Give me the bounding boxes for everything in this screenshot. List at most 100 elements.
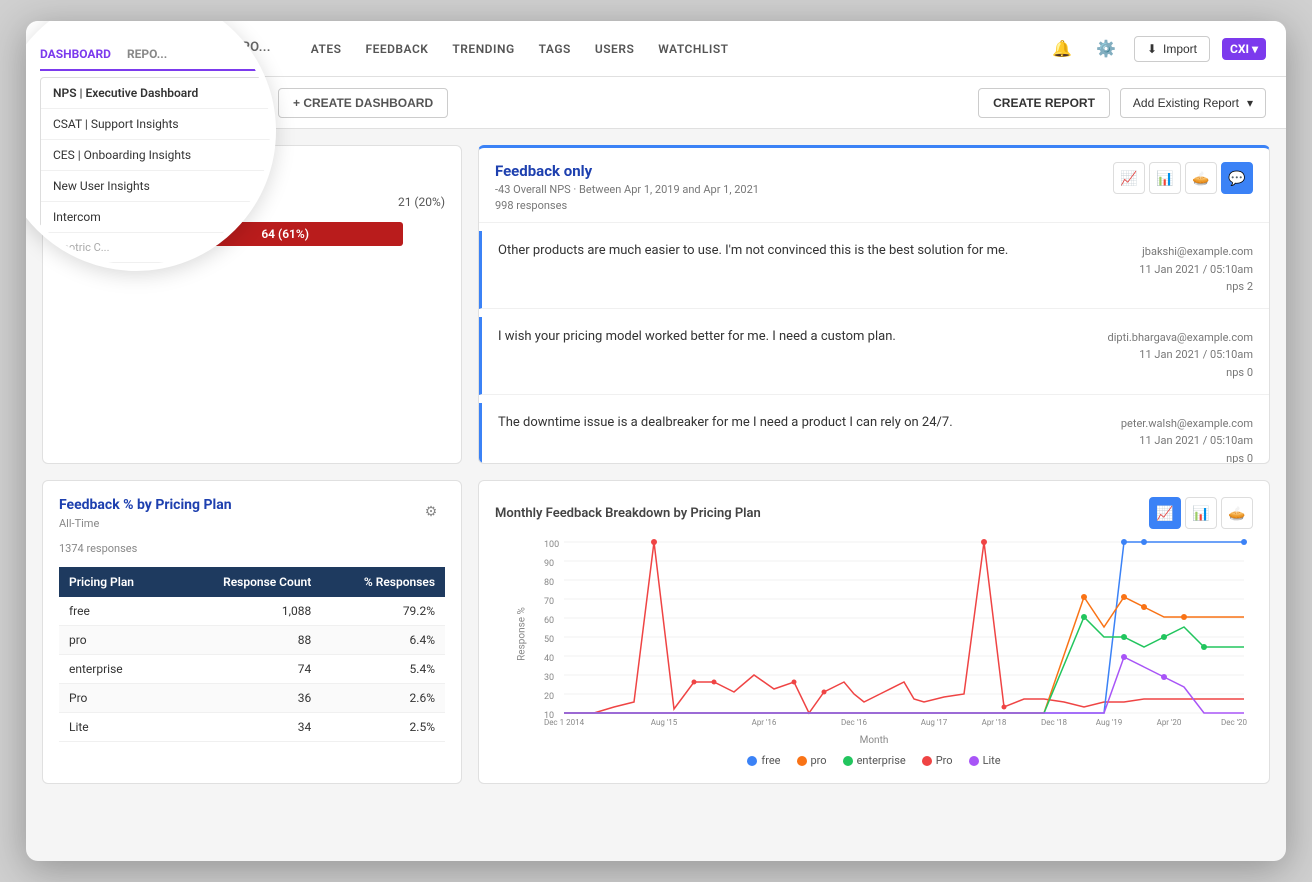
feedback-header-left: Feedback only -43 Overall NPS · Between … bbox=[495, 162, 759, 212]
pricing-sub2: 1374 responses bbox=[59, 542, 232, 555]
count-cell: 1,088 bbox=[174, 597, 321, 626]
table-row: pro 88 6.4% bbox=[59, 626, 445, 655]
count-cell: 74 bbox=[174, 655, 321, 684]
legend-label-Lite: Lite bbox=[983, 754, 1001, 767]
passive-value: 21 (20%) bbox=[365, 195, 445, 209]
pct-cell: 2.5% bbox=[321, 713, 445, 742]
feedback-info: jbakshi@example.com 11 Jan 2021 / 05:10a… bbox=[1139, 243, 1253, 296]
svg-text:Dec '16: Dec '16 bbox=[841, 718, 868, 727]
legend-dot-pro bbox=[797, 756, 807, 766]
chart-line-pro bbox=[564, 542, 1244, 713]
settings-icon[interactable]: ⚙️ bbox=[1090, 33, 1122, 65]
feedback-text: I wish your pricing model worked better … bbox=[498, 329, 1092, 382]
bar-chart-view-btn[interactable]: 📊 bbox=[1149, 162, 1181, 194]
user-avatar[interactable]: CXI ▾ bbox=[1222, 38, 1266, 60]
legend-item-free: free bbox=[747, 754, 780, 767]
plan-cell: Pro bbox=[59, 684, 174, 713]
legend-label-Pro: Pro bbox=[936, 754, 953, 767]
plan-cell: enterprise bbox=[59, 655, 174, 684]
svg-text:Apr '16: Apr '16 bbox=[752, 718, 777, 727]
dd-item-1[interactable]: NPS | Executive Dashboard bbox=[41, 78, 276, 109]
list-view-btn[interactable]: 💬 bbox=[1221, 162, 1253, 194]
svg-text:Aug '17: Aug '17 bbox=[921, 718, 948, 727]
dd-item-2[interactable]: CSAT | Support Insights bbox=[41, 109, 276, 140]
col-plan: Pricing Plan bbox=[59, 567, 174, 597]
chart-line-free bbox=[564, 542, 1244, 713]
svg-text:Apr '20: Apr '20 bbox=[1157, 718, 1182, 727]
svg-text:90: 90 bbox=[544, 559, 554, 569]
nav-updates[interactable]: ATES bbox=[311, 38, 342, 60]
svg-text:70: 70 bbox=[544, 597, 554, 607]
feedback-item: The downtime issue is a dealbreaker for … bbox=[479, 403, 1269, 463]
circle-highlight: DASHBOARD REPO... NPS | Executive Dashbo… bbox=[26, 21, 276, 271]
svg-text:80: 80 bbox=[544, 578, 554, 588]
nav-trending[interactable]: TRENDING bbox=[452, 38, 514, 60]
table-row: free 1,088 79.2% bbox=[59, 597, 445, 626]
svg-text:20: 20 bbox=[544, 692, 554, 702]
app-window: DASHBOARD REPO... NPS | Executive Dashbo… bbox=[26, 21, 1286, 861]
chart-bar-view-btn[interactable]: 📊 bbox=[1185, 497, 1217, 529]
chart-line-lite bbox=[564, 657, 1244, 713]
pricing-data-table: Pricing Plan Response Count % Responses … bbox=[59, 567, 445, 742]
import-button[interactable]: ⬇ Import bbox=[1134, 36, 1210, 62]
legend-dot-enterprise bbox=[843, 756, 853, 766]
dd-item-6[interactable]: Wootric C... bbox=[41, 233, 276, 263]
svg-text:Aug '15: Aug '15 bbox=[651, 718, 678, 727]
count-cell: 88 bbox=[174, 626, 321, 655]
feedback-text: Other products are much easier to use. I… bbox=[498, 243, 1123, 296]
tab-reports-circle[interactable]: REPO... bbox=[127, 47, 167, 61]
chart-x-label: Month bbox=[495, 735, 1253, 746]
legend-label-free: free bbox=[761, 754, 780, 767]
pricing-gear-icon[interactable]: ⚙ bbox=[417, 497, 445, 525]
feedback-text: The downtime issue is a dealbreaker for … bbox=[498, 415, 1105, 463]
tab-dashboard-circle[interactable]: DASHBOARD bbox=[40, 47, 111, 61]
chart-line-view-btn[interactable]: 📈 bbox=[1149, 497, 1181, 529]
dd-item-4[interactable]: New User Insights bbox=[41, 171, 276, 202]
svg-text:Aug '19: Aug '19 bbox=[1096, 718, 1122, 727]
feedback-items: Other products are much easier to use. I… bbox=[479, 223, 1269, 463]
dd-item-5[interactable]: Intercom bbox=[41, 202, 276, 233]
chart-title: Monthly Feedback Breakdown by Pricing Pl… bbox=[495, 506, 761, 521]
pricing-title: Feedback % by Pricing Plan bbox=[59, 497, 232, 513]
col-count: Response Count bbox=[174, 567, 321, 597]
pricing-sub1: All-Time bbox=[59, 517, 232, 530]
table-row: Lite 34 2.5% bbox=[59, 713, 445, 742]
bottom-row: Feedback % by Pricing Plan All-Time 1374… bbox=[42, 480, 1270, 784]
legend-dot-Lite bbox=[969, 756, 979, 766]
nav-watchlist[interactable]: WATCHLIST bbox=[658, 38, 728, 60]
add-existing-report-button[interactable]: Add Existing Report ▾ bbox=[1120, 88, 1266, 118]
table-body: free 1,088 79.2% pro 88 6.4% enterprise … bbox=[59, 597, 445, 742]
feedback-header: Feedback only -43 Overall NPS · Between … bbox=[479, 148, 1269, 223]
svg-text:Dec '18: Dec '18 bbox=[1041, 718, 1068, 727]
chart-panel: Monthly Feedback Breakdown by Pricing Pl… bbox=[478, 480, 1270, 784]
svg-text:Dec 1 2014: Dec 1 2014 bbox=[544, 718, 585, 727]
table-header-row: Pricing Plan Response Count % Responses bbox=[59, 567, 445, 597]
svg-text:40: 40 bbox=[544, 654, 554, 664]
feedback-meta-1: -43 Overall NPS · Between Apr 1, 2019 an… bbox=[495, 183, 759, 196]
feedback-info: dipti.bhargava@example.com 11 Jan 2021 /… bbox=[1108, 329, 1253, 382]
nav-feedback[interactable]: FEEDBACK bbox=[365, 38, 428, 60]
feedback-item: I wish your pricing model worked better … bbox=[479, 317, 1269, 395]
line-chart-view-btn[interactable]: 📈 bbox=[1113, 162, 1145, 194]
feedback-title: Feedback only bbox=[495, 162, 759, 180]
svg-text:60: 60 bbox=[544, 616, 554, 626]
dd-item-3[interactable]: CES | Onboarding Insights bbox=[41, 140, 276, 171]
pie-chart-view-btn[interactable]: 🥧 bbox=[1185, 162, 1217, 194]
svg-text:Dec '20: Dec '20 bbox=[1221, 718, 1248, 727]
nav-tags[interactable]: TAGS bbox=[539, 38, 571, 60]
feedback-item: Other products are much easier to use. I… bbox=[479, 231, 1269, 309]
chart-view-icons: 📈 📊 🥧 bbox=[1149, 497, 1253, 529]
chart-svg: 100 90 80 70 60 50 40 30 20 10 bbox=[535, 537, 1253, 727]
nav-users[interactable]: USERS bbox=[595, 38, 634, 60]
chart-pie-view-btn[interactable]: 🥧 bbox=[1221, 497, 1253, 529]
create-dashboard-button[interactable]: + CREATE DASHBOARD bbox=[278, 88, 448, 118]
create-report-button[interactable]: CREATE REPORT bbox=[978, 88, 1110, 118]
notifications-icon[interactable]: 🔔 bbox=[1046, 33, 1078, 65]
chart-header: Monthly Feedback Breakdown by Pricing Pl… bbox=[495, 497, 1253, 529]
pct-cell: 5.4% bbox=[321, 655, 445, 684]
legend-item-Pro: Pro bbox=[922, 754, 953, 767]
legend-label-pro: pro bbox=[811, 754, 827, 767]
svg-text:Apr '18: Apr '18 bbox=[982, 718, 1007, 727]
nav-right: 🔔 ⚙️ ⬇ Import CXI ▾ bbox=[1046, 33, 1266, 65]
chart-container: Response % 100 90 80 70 60 50 40 30 20 1… bbox=[495, 537, 1253, 731]
